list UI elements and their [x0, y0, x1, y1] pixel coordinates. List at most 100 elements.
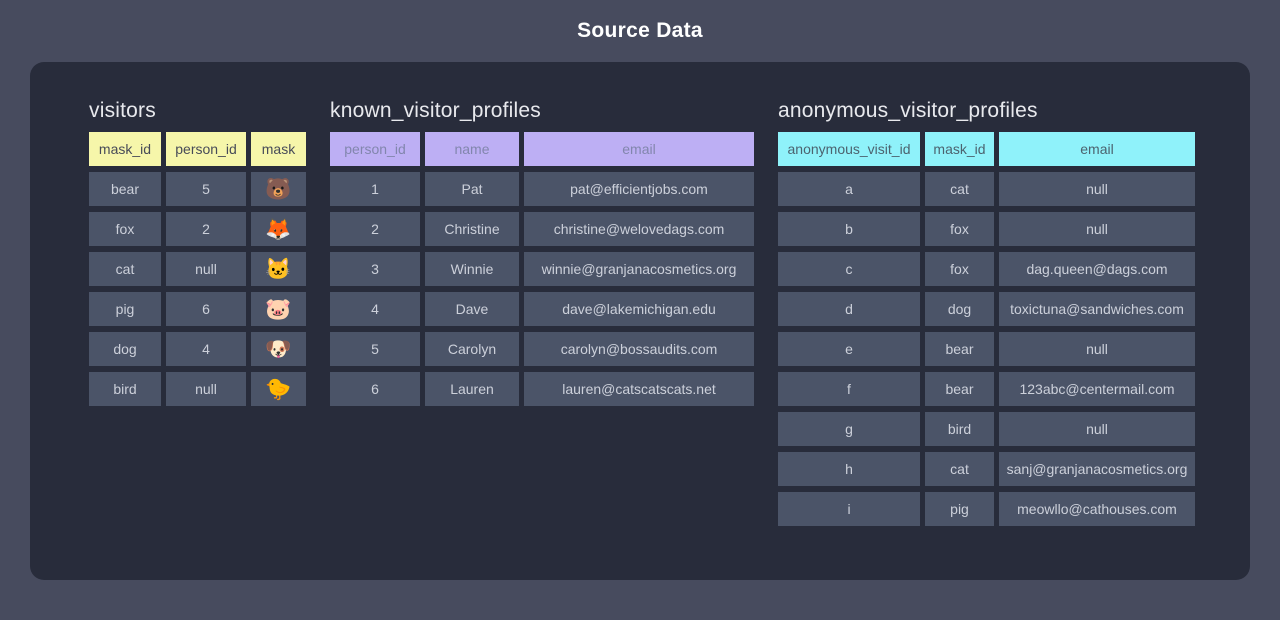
table-row: 2Christinechristine@welovedags.com: [330, 212, 754, 246]
table-row: cfoxdag.queen@dags.com: [778, 252, 1195, 286]
table-row: 5Carolyncarolyn@bossaudits.com: [330, 332, 754, 366]
table-cell: null: [999, 212, 1195, 246]
tables-container: visitors mask_idperson_idmaskbear5🐻fox2🦊…: [89, 99, 1210, 532]
table-cell: pig: [89, 292, 161, 326]
table-visitors: visitors mask_idperson_idmaskbear5🐻fox2🦊…: [89, 99, 306, 412]
table-cell: 5: [166, 172, 246, 206]
table-cell: bear: [925, 372, 994, 406]
table-cell: bear: [925, 332, 994, 366]
table-row: ebearnull: [778, 332, 1195, 366]
table-cell: winnie@granjanacosmetics.org: [524, 252, 754, 286]
table-cell: dave@lakemichigan.edu: [524, 292, 754, 326]
table-row: 6Laurenlauren@catscatscats.net: [330, 372, 754, 406]
table-row: gbirdnull: [778, 412, 1195, 446]
table-cell: Pat: [425, 172, 519, 206]
table-cell: 5: [330, 332, 420, 366]
table-row: bear5🐻: [89, 172, 306, 206]
table-cell: 2: [166, 212, 246, 246]
table-cell: 123abc@centermail.com: [999, 372, 1195, 406]
table-cell: fox: [89, 212, 161, 246]
table-cell: b: [778, 212, 920, 246]
table-cell: christine@welovedags.com: [524, 212, 754, 246]
table-cell: Christine: [425, 212, 519, 246]
table-cell: fox: [925, 252, 994, 286]
column-header-name: name: [425, 132, 519, 166]
table-row: pig6🐷: [89, 292, 306, 326]
table-cell: dog: [925, 292, 994, 326]
table-cell: fox: [925, 212, 994, 246]
table-cell: d: [778, 292, 920, 326]
table-cell: 🐤: [251, 372, 306, 406]
column-header-anonymous_visit_id: anonymous_visit_id: [778, 132, 920, 166]
table-cell: 2: [330, 212, 420, 246]
table-cell: 🐷: [251, 292, 306, 326]
table-row: fox2🦊: [89, 212, 306, 246]
table-cell: null: [999, 412, 1195, 446]
table-cell: cat: [925, 172, 994, 206]
table-cell: Carolyn: [425, 332, 519, 366]
column-header-mask_id: mask_id: [89, 132, 161, 166]
table-title: visitors: [89, 99, 306, 123]
table-row: 4Davedave@lakemichigan.edu: [330, 292, 754, 326]
table-cell: Winnie: [425, 252, 519, 286]
table-cell: carolyn@bossaudits.com: [524, 332, 754, 366]
table-cell: null: [166, 372, 246, 406]
table-row: hcatsanj@granjanacosmetics.org: [778, 452, 1195, 486]
table-row: fbear123abc@centermail.com: [778, 372, 1195, 406]
table-cell: Dave: [425, 292, 519, 326]
column-header-email: email: [524, 132, 754, 166]
table-title: anonymous_visitor_profiles: [778, 99, 1195, 123]
table-cell: 6: [166, 292, 246, 326]
table-cell: g: [778, 412, 920, 446]
table-cell: f: [778, 372, 920, 406]
column-header-mask_id: mask_id: [925, 132, 994, 166]
table-title: known_visitor_profiles: [330, 99, 754, 123]
table-cell: 🦊: [251, 212, 306, 246]
table-row: ipigmeowllo@cathouses.com: [778, 492, 1195, 526]
table-cell: a: [778, 172, 920, 206]
table-cell: e: [778, 332, 920, 366]
table-cell: bird: [925, 412, 994, 446]
page-title: Source Data: [577, 19, 703, 43]
column-header-email: email: [999, 132, 1195, 166]
table-cell: toxictuna@sandwiches.com: [999, 292, 1195, 326]
table-row: acatnull: [778, 172, 1195, 206]
table-cell: cat: [89, 252, 161, 286]
source-data-card: visitors mask_idperson_idmaskbear5🐻fox2🦊…: [30, 62, 1250, 580]
table-cell: null: [999, 332, 1195, 366]
table-cell: pig: [925, 492, 994, 526]
top-bar: Source Data: [0, 0, 1280, 62]
table-cell: 🐻: [251, 172, 306, 206]
table-cell: 4: [166, 332, 246, 366]
table-cell: 6: [330, 372, 420, 406]
table-cell: cat: [925, 452, 994, 486]
table-row: birdnull🐤: [89, 372, 306, 406]
table-cell: 1: [330, 172, 420, 206]
table-row: dog4🐶: [89, 332, 306, 366]
table-cell: dag.queen@dags.com: [999, 252, 1195, 286]
column-header-person_id: person_id: [166, 132, 246, 166]
table-cell: 4: [330, 292, 420, 326]
table-header-row: person_idnameemail: [330, 132, 754, 166]
table-cell: lauren@catscatscats.net: [524, 372, 754, 406]
table-cell: bird: [89, 372, 161, 406]
table-cell: sanj@granjanacosmetics.org: [999, 452, 1195, 486]
table-cell: 🐶: [251, 332, 306, 366]
table-cell: meowllo@cathouses.com: [999, 492, 1195, 526]
column-header-person_id: person_id: [330, 132, 420, 166]
table-row: ddogtoxictuna@sandwiches.com: [778, 292, 1195, 326]
table-known-visitor-profiles: known_visitor_profiles person_idnameemai…: [330, 99, 754, 412]
column-header-mask: mask: [251, 132, 306, 166]
table-cell: h: [778, 452, 920, 486]
table-cell: pat@efficientjobs.com: [524, 172, 754, 206]
table-header-row: mask_idperson_idmask: [89, 132, 306, 166]
table-cell: Lauren: [425, 372, 519, 406]
table-cell: bear: [89, 172, 161, 206]
table-cell: 3: [330, 252, 420, 286]
table-row: bfoxnull: [778, 212, 1195, 246]
table-row: 3Winniewinnie@granjanacosmetics.org: [330, 252, 754, 286]
table-cell: dog: [89, 332, 161, 366]
table-cell: null: [166, 252, 246, 286]
table-anonymous-visitor-profiles: anonymous_visitor_profiles anonymous_vis…: [778, 99, 1195, 532]
table-row: 1Patpat@efficientjobs.com: [330, 172, 754, 206]
